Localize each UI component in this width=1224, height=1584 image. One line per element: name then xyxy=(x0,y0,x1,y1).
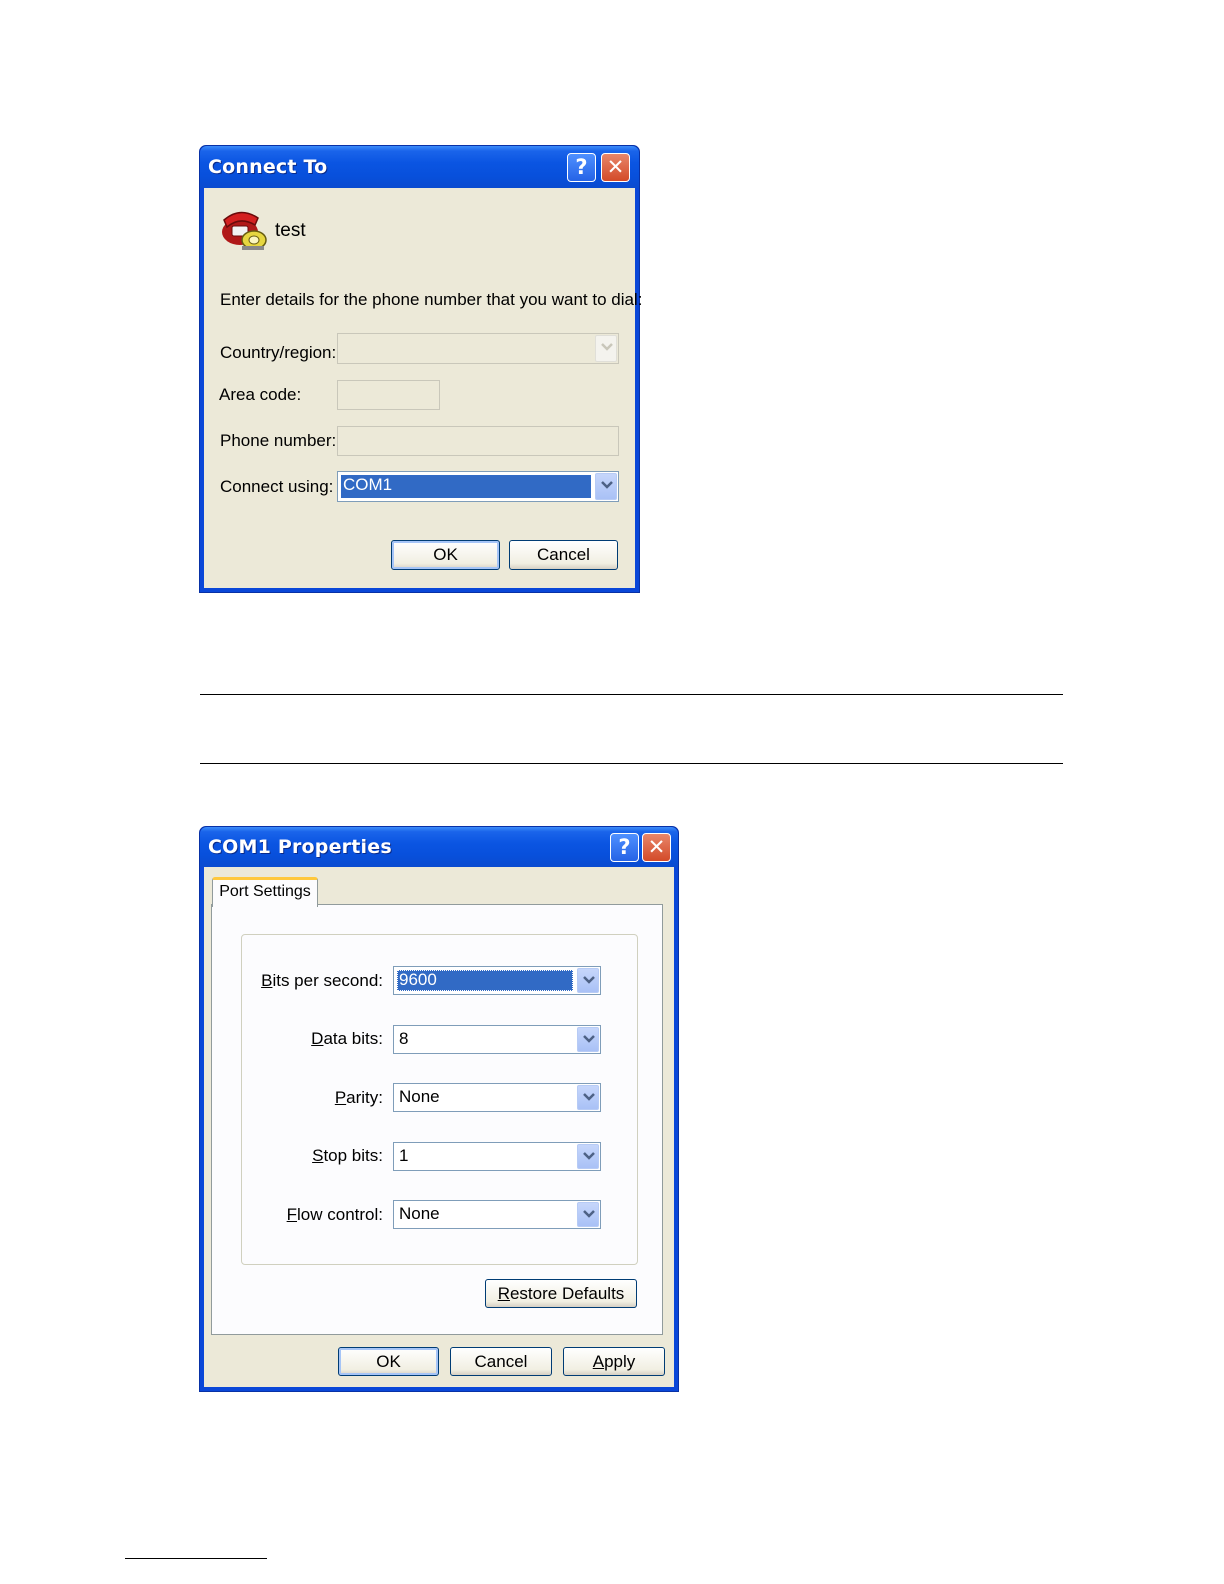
divider-line-top xyxy=(200,694,1063,695)
chevron-down-icon xyxy=(583,976,595,984)
stop-bits-label: Stop bits: xyxy=(312,1146,383,1166)
parity-select[interactable]: None xyxy=(393,1083,601,1112)
chevron-down-icon xyxy=(583,1152,595,1160)
flow-control-select[interactable]: None xyxy=(393,1200,601,1229)
apply-accel: A xyxy=(592,1352,605,1371)
chevron-down-icon xyxy=(601,343,613,351)
restore-defaults-accel: R xyxy=(497,1284,510,1303)
bits-per-second-accel: B xyxy=(261,971,273,990)
com1-properties-cancel-button[interactable]: Cancel xyxy=(450,1347,552,1376)
parity-accel: P xyxy=(334,1088,347,1107)
com1-properties-ok-button[interactable]: OK xyxy=(338,1347,439,1376)
stop-bits-dropdown-arrow[interactable] xyxy=(577,1144,599,1169)
phone-icon xyxy=(222,211,267,250)
data-bits-label-text: ata bits: xyxy=(323,1029,383,1048)
chevron-down-icon xyxy=(583,1210,595,1218)
country-region-label: Country/region: xyxy=(220,343,337,362)
close-icon: ✕ xyxy=(647,835,666,859)
bits-per-second-label: Bits per second: xyxy=(261,971,383,991)
data-bits-dropdown-arrow[interactable] xyxy=(577,1027,599,1052)
divider-line-bottom xyxy=(200,763,1063,764)
connect-using-select[interactable]: COM1 xyxy=(337,471,619,502)
com1-properties-client-area: Port Settings Bits per second: 9600 Data… xyxy=(204,867,674,1387)
stop-bits-accel: S xyxy=(312,1146,324,1165)
com1-properties-help-button[interactable]: ? xyxy=(610,833,639,862)
bits-per-second-value: 9600 xyxy=(397,970,573,991)
data-bits-label: Data bits: xyxy=(311,1029,383,1049)
chevron-down-icon xyxy=(583,1035,595,1043)
apply-label: pply xyxy=(604,1352,636,1371)
bits-per-second-select[interactable]: 9600 xyxy=(393,966,601,995)
area-code-label: Area code: xyxy=(219,385,302,404)
stop-bits-value: 1 xyxy=(399,1146,409,1165)
connect-using-dropdown-arrow[interactable] xyxy=(595,473,617,500)
stop-bits-label-text: top bits: xyxy=(323,1146,383,1165)
chevron-down-icon xyxy=(583,1093,595,1101)
flow-control-label: Flow control: xyxy=(287,1205,383,1225)
connect-to-cancel-button[interactable]: Cancel xyxy=(509,540,618,570)
stop-bits-select[interactable]: 1 xyxy=(393,1142,601,1171)
com1-properties-close-button[interactable]: ✕ xyxy=(642,833,671,862)
footnote-rule xyxy=(125,1558,267,1559)
flow-control-dropdown-arrow[interactable] xyxy=(577,1202,599,1227)
flow-control-accel: F xyxy=(286,1205,298,1224)
help-icon: ? xyxy=(575,155,588,179)
phone-number-value xyxy=(341,430,615,452)
connect-to-close-button[interactable]: ✕ xyxy=(601,153,630,182)
parity-label-text: arity: xyxy=(346,1088,383,1107)
connect-to-ok-button[interactable]: OK xyxy=(391,540,500,570)
close-icon: ✕ xyxy=(606,155,625,179)
connect-using-value: COM1 xyxy=(341,475,591,498)
bits-per-second-dropdown-arrow[interactable] xyxy=(577,968,599,993)
instructions-text: Enter details for the phone number that … xyxy=(220,290,643,309)
country-region-select[interactable] xyxy=(337,333,619,364)
connect-to-title: Connect To xyxy=(208,156,328,178)
flow-control-value: None xyxy=(399,1204,440,1223)
country-region-dropdown-arrow[interactable] xyxy=(595,335,617,362)
country-region-value xyxy=(341,337,591,360)
com1-properties-dialog: COM1 Properties ? ✕ Port Settings Bits p… xyxy=(199,826,679,1392)
chevron-down-icon xyxy=(601,481,613,489)
restore-defaults-label: estore Defaults xyxy=(509,1284,625,1303)
com1-properties-apply-button[interactable]: Apply xyxy=(563,1347,665,1376)
phone-number-field[interactable] xyxy=(337,426,619,456)
data-bits-value: 8 xyxy=(399,1029,409,1048)
parity-value: None xyxy=(399,1087,440,1106)
connect-to-client-area: test Enter details for the phone number … xyxy=(204,188,642,588)
flow-control-label-text: low control: xyxy=(297,1205,383,1224)
restore-defaults-button[interactable]: Restore Defaults xyxy=(485,1279,637,1308)
connect-using-label: Connect using: xyxy=(220,477,334,496)
connect-to-title-bar[interactable]: Connect To ? ✕ xyxy=(200,146,639,188)
area-code-value xyxy=(341,384,436,406)
tab-port-settings-label: Port Settings xyxy=(219,883,311,900)
parity-label: Parity: xyxy=(335,1088,383,1108)
connection-name: test xyxy=(275,220,306,241)
com1-properties-title: COM1 Properties xyxy=(208,836,392,858)
tab-port-settings[interactable]: Port Settings xyxy=(212,877,318,907)
connect-to-help-button[interactable]: ? xyxy=(567,153,596,182)
help-icon: ? xyxy=(618,835,631,859)
bits-per-second-label-text: its per second: xyxy=(272,971,383,990)
data-bits-select[interactable]: 8 xyxy=(393,1025,601,1054)
data-bits-accel: D xyxy=(311,1029,324,1048)
area-code-field[interactable] xyxy=(337,380,440,410)
phone-number-label: Phone number: xyxy=(220,431,337,450)
connect-to-dialog: Connect To ? ✕ test Enter details for th… xyxy=(199,145,642,593)
com1-properties-title-bar[interactable]: COM1 Properties ? ✕ xyxy=(200,827,678,867)
parity-dropdown-arrow[interactable] xyxy=(577,1085,599,1110)
